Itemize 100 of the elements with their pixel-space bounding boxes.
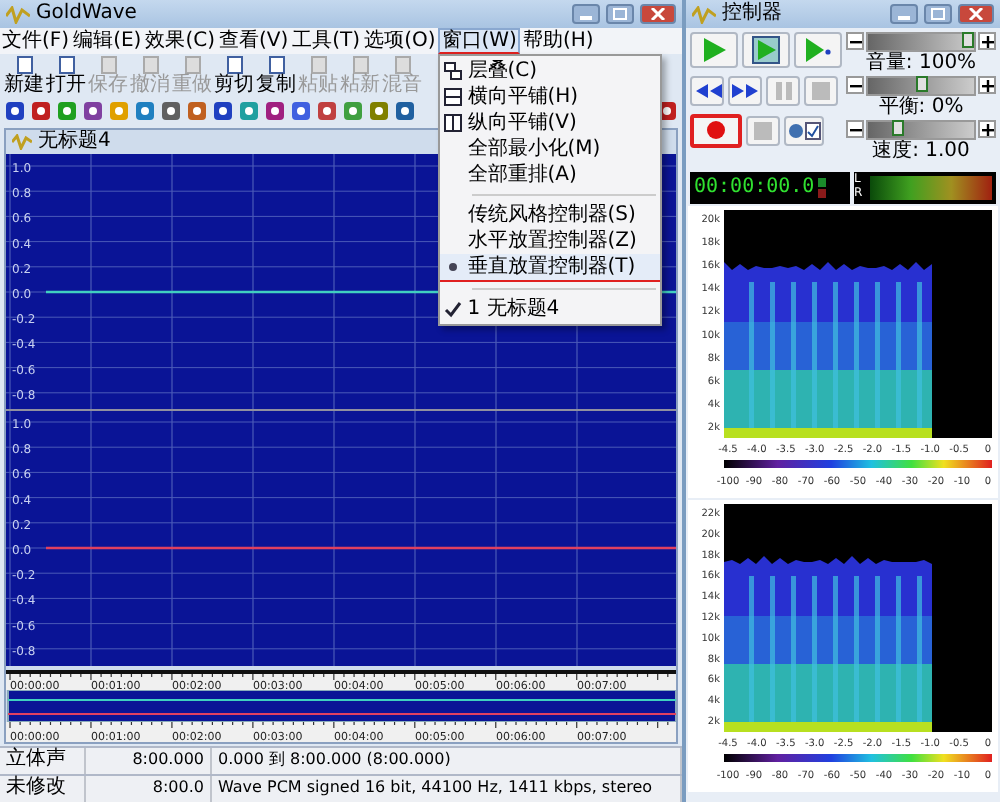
minus-button[interactable] <box>846 120 864 138</box>
plus-button[interactable] <box>978 120 996 138</box>
document-icon <box>57 56 75 74</box>
waveform-icon <box>6 5 30 23</box>
plus-icon <box>981 35 993 47</box>
menu-item[interactable]: 文件(F) <box>0 28 72 54</box>
menu-item[interactable]: 全部重排(A) <box>439 162 660 188</box>
slider-thumb[interactable] <box>962 32 974 47</box>
maximize-button[interactable] <box>606 4 634 24</box>
status-field: 未修改 <box>0 776 86 802</box>
close-icon <box>968 8 984 20</box>
rewind-button[interactable] <box>690 75 724 105</box>
document-icon <box>267 56 285 74</box>
plus-icon <box>981 79 993 91</box>
overview-drawing[interactable] <box>6 690 676 722</box>
document-icon <box>393 56 411 74</box>
document-icon <box>351 56 369 74</box>
effect-icon[interactable] <box>134 100 156 122</box>
document-icon <box>309 56 327 74</box>
status-field: Wave PCM signed 16 bit, 44100 Hz, 1411 kbps, stereo <box>212 776 682 802</box>
menu-item[interactable]: 1 无标题4 <box>439 296 660 322</box>
minimize-button[interactable] <box>572 4 600 24</box>
minus-button[interactable] <box>846 32 864 50</box>
effect-icon[interactable] <box>290 100 312 122</box>
stop-icon <box>812 81 830 99</box>
slider-thumb[interactable] <box>915 76 927 91</box>
horizontal-tile-icon <box>443 88 462 106</box>
minimize-button[interactable] <box>890 4 918 24</box>
checkbox-icon <box>786 121 822 139</box>
slider-label: 平衡: 0% <box>878 96 964 120</box>
menu-item[interactable]: 窗口(W) <box>437 28 521 54</box>
record-icon <box>706 120 726 140</box>
record-button[interactable] <box>690 113 742 147</box>
meter-bar <box>870 176 992 200</box>
menu-item[interactable]: 纵向平铺(V) <box>439 110 660 136</box>
window-title: 控制器 <box>722 2 782 26</box>
effect-icon[interactable] <box>30 100 52 122</box>
menu-item[interactable]: 效果(C) <box>143 28 217 54</box>
fast-forward-icon <box>731 81 759 99</box>
fast-forward-button[interactable] <box>728 75 762 105</box>
menu-item[interactable]: 选项(O) <box>362 28 438 54</box>
slider-thumb[interactable] <box>891 120 904 135</box>
toolbar-button[interactable]: 打开 <box>46 56 86 96</box>
effect-icon[interactable] <box>186 100 208 122</box>
play-dot-icon <box>804 36 832 64</box>
status-lights-icon <box>818 178 827 198</box>
document-icon <box>99 56 117 74</box>
effect-icon[interactable] <box>4 100 26 122</box>
document-title: 无标题4 <box>38 130 111 154</box>
document-icon <box>15 56 33 74</box>
pause-icon <box>773 81 793 99</box>
menu-item[interactable]: 横向平铺(H) <box>439 84 660 110</box>
toolbar-button[interactable]: 新建 <box>4 56 44 96</box>
effect-icon[interactable] <box>394 100 416 122</box>
play-icon <box>700 36 728 64</box>
vertical-tile-icon <box>443 114 462 132</box>
document-icon <box>225 56 243 74</box>
menu-item[interactable]: 工具(T) <box>290 28 363 54</box>
maximize-icon <box>612 8 628 20</box>
minus-icon <box>849 79 861 91</box>
close-button[interactable] <box>640 4 676 24</box>
cascade-icon <box>443 62 462 80</box>
effect-icon[interactable] <box>212 100 234 122</box>
checkmark-icon <box>443 300 462 318</box>
effect-icon[interactable] <box>264 100 286 122</box>
play-from-marker-button[interactable] <box>794 32 842 68</box>
menu-item[interactable]: 查看(V) <box>216 28 291 54</box>
menu-item[interactable]: 层叠(C) <box>439 58 660 84</box>
menu-item[interactable]: 帮助(H) <box>520 28 596 54</box>
play-selection-button[interactable] <box>742 32 790 68</box>
window-title: GoldWave <box>36 2 137 26</box>
plus-icon <box>981 123 993 135</box>
slider-label: 速度: 1.00 <box>872 140 970 164</box>
plus-button[interactable] <box>978 76 996 94</box>
effect-icon[interactable] <box>160 100 182 122</box>
menu-item[interactable]: 水平放置控制器(Z) <box>439 228 660 254</box>
waveform-icon <box>12 134 32 150</box>
close-button[interactable] <box>958 4 994 24</box>
plus-button[interactable] <box>978 32 996 50</box>
waveform-icon <box>692 5 716 23</box>
toolbar-button[interactable]: 复制 <box>256 56 296 96</box>
effect-icon[interactable] <box>316 100 338 122</box>
rewind-icon <box>693 81 721 99</box>
close-icon <box>650 8 666 20</box>
menu-item[interactable]: 垂直放置控制器(T) <box>439 254 660 282</box>
maximize-button[interactable] <box>924 4 952 24</box>
toolbar-button[interactable]: 剪切 <box>214 56 254 96</box>
effect-icon[interactable] <box>82 100 104 122</box>
radio-bullet-icon <box>443 258 462 276</box>
slider-label: 音量: 100% <box>865 52 977 76</box>
document-icon <box>183 56 201 74</box>
document-icon <box>141 56 159 74</box>
minus-icon <box>849 123 861 135</box>
maximize-icon <box>930 8 946 20</box>
minus-button[interactable] <box>846 76 864 94</box>
menu-item[interactable]: 编辑(E) <box>71 28 144 54</box>
settings-button[interactable] <box>784 115 824 145</box>
minus-icon <box>849 35 861 47</box>
menu-item[interactable]: 传统风格控制器(S) <box>439 202 660 228</box>
effect-icon[interactable] <box>368 100 390 122</box>
